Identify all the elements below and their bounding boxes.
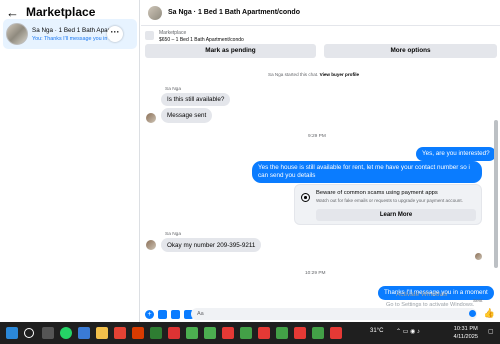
more-options-button[interactable]: More options [324, 44, 497, 58]
app-icon[interactable] [168, 327, 180, 339]
listing-label: Marketplace [159, 30, 187, 36]
conversation-item[interactable]: Sa Nga · 1 Bed 1 Bath Apartment/condo Yo… [3, 19, 137, 49]
started-text: Sa Nga started this chat. [268, 72, 319, 77]
windows-taskbar: 31°C ⌃ ▭ ◉ ♪ 10:31 PM 4/11/2025 ▢ [0, 322, 500, 344]
listing-item[interactable]: $650 – 1 Bed 1 Bath Apartment/condo [159, 37, 244, 43]
timestamp: 9:29 PM [308, 134, 326, 139]
scam-warning-card: Beware of common scams using payment app… [294, 184, 482, 225]
whatsapp-icon[interactable] [60, 327, 72, 339]
chrome-icon[interactable] [240, 327, 252, 339]
activate-windows-title: Activate Windows [396, 291, 448, 298]
message-bubble-outgoing[interactable]: Yes, are you interested? [416, 147, 496, 161]
warning-icon [301, 193, 310, 202]
app-icon[interactable] [78, 327, 90, 339]
clock[interactable]: 10:31 PM 4/11/2025 [454, 325, 478, 341]
sender-name: Sa Nga [165, 87, 181, 92]
app-icon[interactable] [114, 327, 126, 339]
composer-bar: + Aa 👍 [141, 306, 500, 322]
message-list[interactable]: Sa Nga started this chat. View buyer pro… [141, 62, 500, 305]
more-icon[interactable]: ··· [107, 26, 123, 42]
sender-avatar [146, 240, 156, 250]
sender-name: Sa Nga [165, 232, 181, 237]
search-icon[interactable] [24, 328, 34, 338]
chrome-icon[interactable] [294, 327, 306, 339]
chrome-icon[interactable] [222, 327, 234, 339]
chat-started-notice: Sa Nga started this chat. View buyer pro… [268, 72, 359, 77]
chrome-icon[interactable] [204, 327, 216, 339]
task-view-icon[interactable] [42, 327, 54, 339]
sticker-icon[interactable] [171, 309, 180, 319]
back-arrow-icon[interactable]: ← [6, 5, 20, 20]
listing-avatar [6, 23, 28, 45]
message-bubble-incoming[interactable]: Okay my number 209-395-9211 [161, 238, 262, 252]
image-icon[interactable] [158, 309, 167, 319]
clock-time: 10:31 PM [453, 326, 478, 332]
chat-avatar[interactable] [148, 5, 162, 20]
view-buyer-profile-link[interactable]: View buyer profile [320, 72, 359, 77]
message-input[interactable]: Aa [191, 308, 477, 320]
marketplace-icon [145, 31, 154, 40]
clock-date: 4/11/2025 [453, 334, 478, 340]
emoji-icon[interactable] [469, 310, 476, 317]
weather-text[interactable]: 31°C [370, 328, 383, 334]
scrollbar-thumb[interactable] [494, 120, 498, 268]
sent-status: Sent [473, 298, 483, 303]
chrome-icon[interactable] [258, 327, 270, 339]
message-bubble-incoming[interactable]: Message sent [161, 108, 213, 123]
tray-icons[interactable]: ⌃ ▭ ◉ ♪ [396, 328, 420, 335]
message-bubble-outgoing[interactable]: Yes the house is still available for ren… [252, 161, 482, 183]
messenger-app: ← Marketplace Sa Nga · 1 Bed 1 Bath Apar… [0, 0, 500, 322]
chat-header: Sa Nga · 1 Bed 1 Bath Apartment/condo [141, 0, 500, 26]
chrome-icon[interactable] [312, 327, 324, 339]
conversation-sidebar: ← Marketplace Sa Nga · 1 Bed 1 Bath Apar… [0, 0, 140, 322]
sidebar-title: Marketplace [26, 5, 96, 19]
app-icon[interactable] [132, 327, 144, 339]
message-bubble-incoming[interactable]: Is this still available? [161, 93, 231, 106]
app-icon[interactable] [150, 327, 162, 339]
learn-more-button[interactable]: Learn More [316, 209, 476, 221]
warning-title: Beware of common scams using payment app… [316, 190, 438, 196]
plus-icon[interactable]: + [145, 309, 154, 319]
mark-pending-button[interactable]: Mark as pending [145, 44, 316, 58]
notification-icon[interactable]: ▢ [488, 328, 494, 335]
chrome-icon[interactable] [276, 327, 288, 339]
seen-avatar [475, 253, 482, 260]
chrome-icon[interactable] [186, 327, 198, 339]
chat-title[interactable]: Sa Nga · 1 Bed 1 Bath Apartment/condo [168, 9, 300, 16]
chrome-icon[interactable] [330, 327, 342, 339]
timestamp: 10:29 PM [305, 271, 326, 276]
file-explorer-icon[interactable] [96, 327, 108, 339]
windows-start-icon[interactable] [6, 327, 18, 339]
chat-pane: Sa Nga · 1 Bed 1 Bath Apartment/condo Ma… [141, 0, 500, 322]
sender-avatar [146, 113, 156, 123]
like-icon[interactable]: 👍 [484, 308, 495, 319]
warning-text: Watch out for fake emails or requests to… [316, 198, 463, 203]
